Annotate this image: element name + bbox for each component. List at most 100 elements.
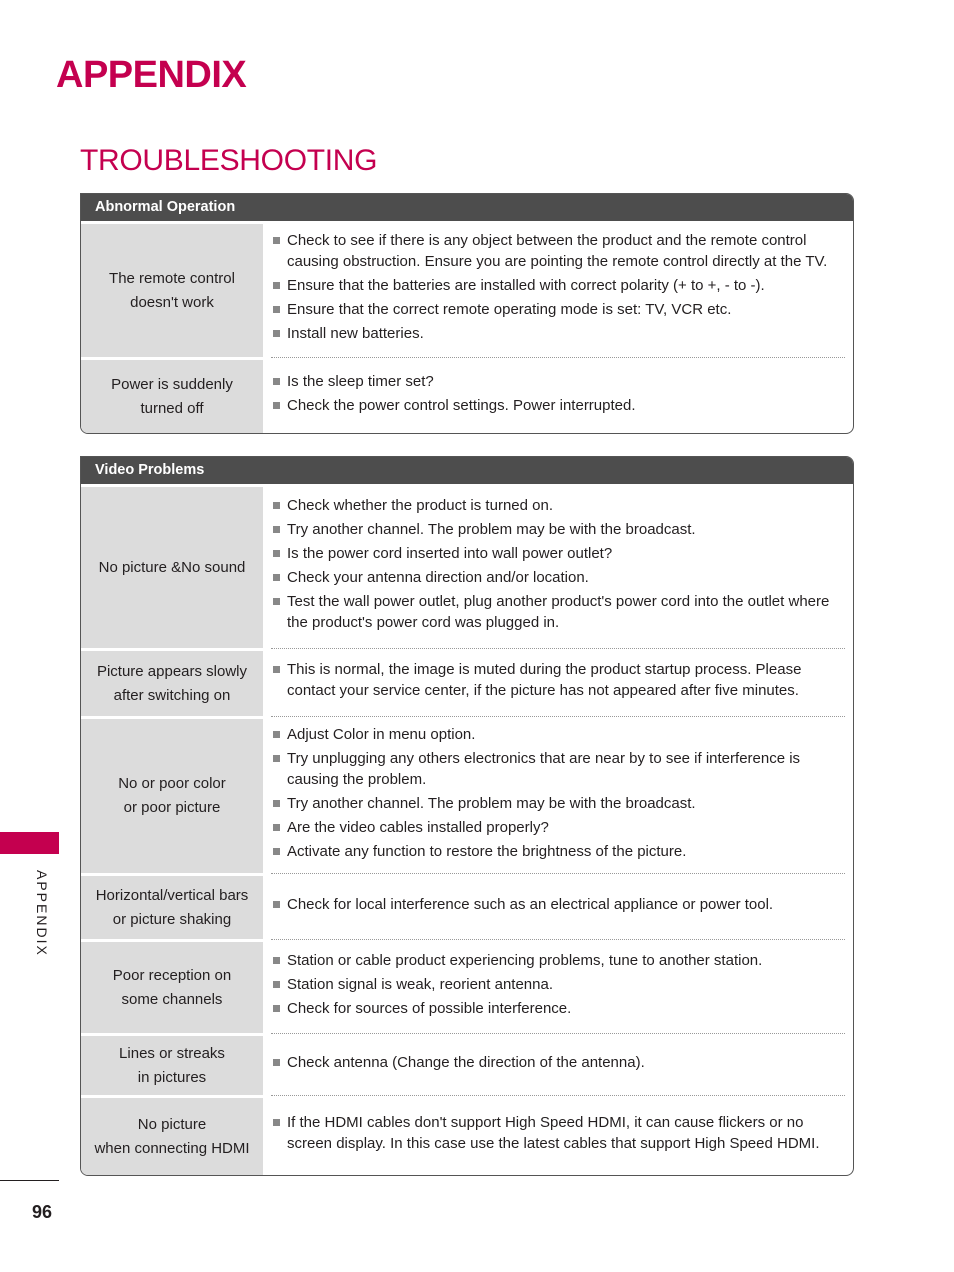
solution-item: Check your antenna direction and/or loca…	[273, 567, 845, 588]
solution-item: Check the power control settings. Power …	[273, 395, 845, 416]
symptom-text: or picture shaking	[112, 910, 232, 928]
table-row: No or poor color or poor picture Adjust Co…	[81, 716, 853, 873]
solution-text: Check for local interference such as an …	[287, 895, 774, 913]
solution-item: Is the sleep timer set?	[273, 371, 845, 392]
symptom-text: Poor reception on	[112, 966, 232, 984]
solutions-cell: If the HDMI cables don't support High Sp…	[263, 1095, 853, 1175]
square-bullet-icon	[273, 799, 280, 807]
table-row: No picture &No sound Check whether the pr…	[81, 484, 853, 648]
abnormal-operation-table: Abnormal Operation The remote control doe…	[80, 193, 854, 434]
solution-text: Station or cable product experiencing pr…	[287, 951, 763, 969]
solution-text: Check whether the product is turned on.	[287, 497, 553, 514]
solution-item: Station or cable product experiencing pr…	[273, 950, 845, 971]
table-row: Lines or streaks in pictures Check antenna…	[81, 1033, 853, 1095]
symptom-text: Power is suddenly	[111, 375, 233, 393]
solution-item: Check antenna (Change the direction of t…	[273, 1052, 845, 1073]
solution-item: Install new batteries.	[273, 323, 845, 344]
solution-text: Check to see if there is any object betw…	[287, 232, 828, 270]
solution-text: Ensure that the correct remote operating…	[287, 301, 732, 318]
solution-text: Try unplugging any others electronics th…	[287, 749, 801, 788]
solution-item: Test the wall power outlet, plug another…	[273, 591, 845, 633]
solution-text: Try another channel. The problem may be …	[287, 521, 696, 538]
square-bullet-icon	[273, 847, 280, 855]
solution-item: Station signal is weak, reorient antenna…	[273, 974, 845, 995]
square-bullet-icon	[273, 598, 280, 605]
table-row: The remote control doesn't work Check to s…	[81, 221, 853, 357]
solution-text: Ensure that the batteries are installed …	[287, 277, 765, 294]
table-body: No picture &No sound Check whether the pr…	[81, 484, 853, 1175]
table-row: Picture appears slowly after switching on…	[81, 648, 853, 716]
solution-text: Are the video cables installed properly?	[287, 818, 549, 836]
solution-text: Is the sleep timer set?	[287, 372, 434, 390]
solution-item: Ensure that the batteries are installed …	[273, 275, 845, 296]
table-row: Poor reception on some channels Station or…	[81, 939, 853, 1033]
side-section-label: APPENDIX	[34, 870, 50, 957]
symptom-cell: No or poor color or poor picture	[81, 716, 263, 873]
solutions-cell: Adjust Color in menu option. Try unpluggi…	[263, 716, 853, 873]
symptom-cell: No picture &No sound	[81, 484, 263, 648]
solutions-cell: Check to see if there is any object betw…	[263, 221, 853, 357]
solutions-cell: Is the sleep timer set? Check the power c…	[263, 357, 853, 433]
footer-divider	[0, 1180, 59, 1181]
square-bullet-icon	[273, 306, 280, 313]
solution-item: Ensure that the correct remote operating…	[273, 299, 845, 320]
solution-text: Test the wall power outlet, plug another…	[287, 593, 830, 631]
table-row: No picture when connecting HDMI If the HDM…	[81, 1095, 853, 1175]
symptom-text: Lines or streaks	[119, 1044, 225, 1062]
symptom-text: after switching on	[113, 686, 231, 704]
solution-text: Try another channel. The problem may be …	[287, 794, 696, 812]
symptom-text: doesn't work	[130, 293, 214, 311]
solutions-cell: Station or cable product experiencing pr…	[263, 939, 853, 1033]
solution-item: Activate any function to restore the bri…	[273, 841, 845, 862]
symptom-cell: Poor reception on some channels	[81, 939, 263, 1033]
page-title: APPENDIX	[56, 54, 247, 96]
solution-item: Try another channel. The problem may be …	[273, 519, 845, 540]
symptom-cell: No picture when connecting HDMI	[81, 1095, 263, 1175]
square-bullet-icon	[273, 282, 280, 289]
solution-item: Try unplugging any others electronics th…	[273, 748, 845, 790]
solutions-cell: Check antenna (Change the direction of t…	[263, 1033, 853, 1095]
square-bullet-icon	[273, 526, 280, 533]
solution-item: Try another channel. The problem may be …	[273, 793, 845, 814]
solution-item: Adjust Color in menu option.	[273, 724, 845, 745]
square-bullet-icon	[273, 237, 280, 244]
table-header: Abnormal Operation	[81, 194, 853, 221]
square-bullet-icon	[273, 730, 280, 738]
solution-text: Check for sources of possible interferen…	[287, 999, 572, 1017]
solutions-cell: Check whether the product is turned on. T…	[263, 484, 853, 648]
solution-text: Is the power cord inserted into wall pow…	[287, 545, 613, 562]
square-bullet-icon	[273, 980, 280, 988]
square-bullet-icon	[273, 900, 280, 908]
solutions-cell: Check for local interference such as an …	[263, 873, 853, 939]
solutions-cell: This is normal, the image is muted durin…	[263, 648, 853, 716]
square-bullet-icon	[273, 574, 280, 581]
square-bullet-icon	[273, 754, 280, 762]
solution-text: Activate any function to restore the bri…	[287, 842, 687, 860]
symptom-text: or poor picture	[123, 799, 221, 816]
solution-item: Check for local interference such as an …	[273, 894, 845, 915]
table-row: Power is suddenly turned off Is the sleep …	[81, 357, 853, 433]
solution-text: Check your antenna direction and/or loca…	[287, 569, 589, 586]
symptom-cell: Power is suddenly turned off	[81, 357, 263, 433]
symptom-text: No picture &No sound	[98, 558, 246, 576]
symptom-text: Horizontal/vertical bars	[95, 886, 249, 904]
solution-text: This is normal, the image is muted durin…	[287, 661, 802, 699]
symptom-text: No picture	[137, 1115, 207, 1133]
page-number: 96	[32, 1202, 53, 1222]
square-bullet-icon	[273, 401, 280, 409]
solution-text: Check the power control settings. Power …	[287, 396, 636, 414]
square-bullet-icon	[273, 377, 280, 385]
square-bullet-icon	[273, 550, 280, 557]
square-bullet-icon	[273, 1004, 280, 1012]
video-problems-table: Video Problems No picture &No sound Check…	[80, 456, 854, 1176]
solution-text: Install new batteries.	[287, 325, 424, 342]
solution-item: Are the video cables installed properly?	[273, 817, 845, 838]
solution-item: Check for sources of possible interferen…	[273, 998, 845, 1019]
solution-item: Check whether the product is turned on.	[273, 495, 845, 516]
solution-item: If the HDMI cables don't support High Sp…	[273, 1112, 845, 1154]
square-bullet-icon	[273, 956, 280, 964]
table-header: Video Problems	[81, 457, 853, 484]
square-bullet-icon	[273, 666, 280, 673]
solution-text: Station signal is weak, reorient antenna…	[287, 975, 553, 993]
symptom-cell: The remote control doesn't work	[81, 221, 263, 357]
